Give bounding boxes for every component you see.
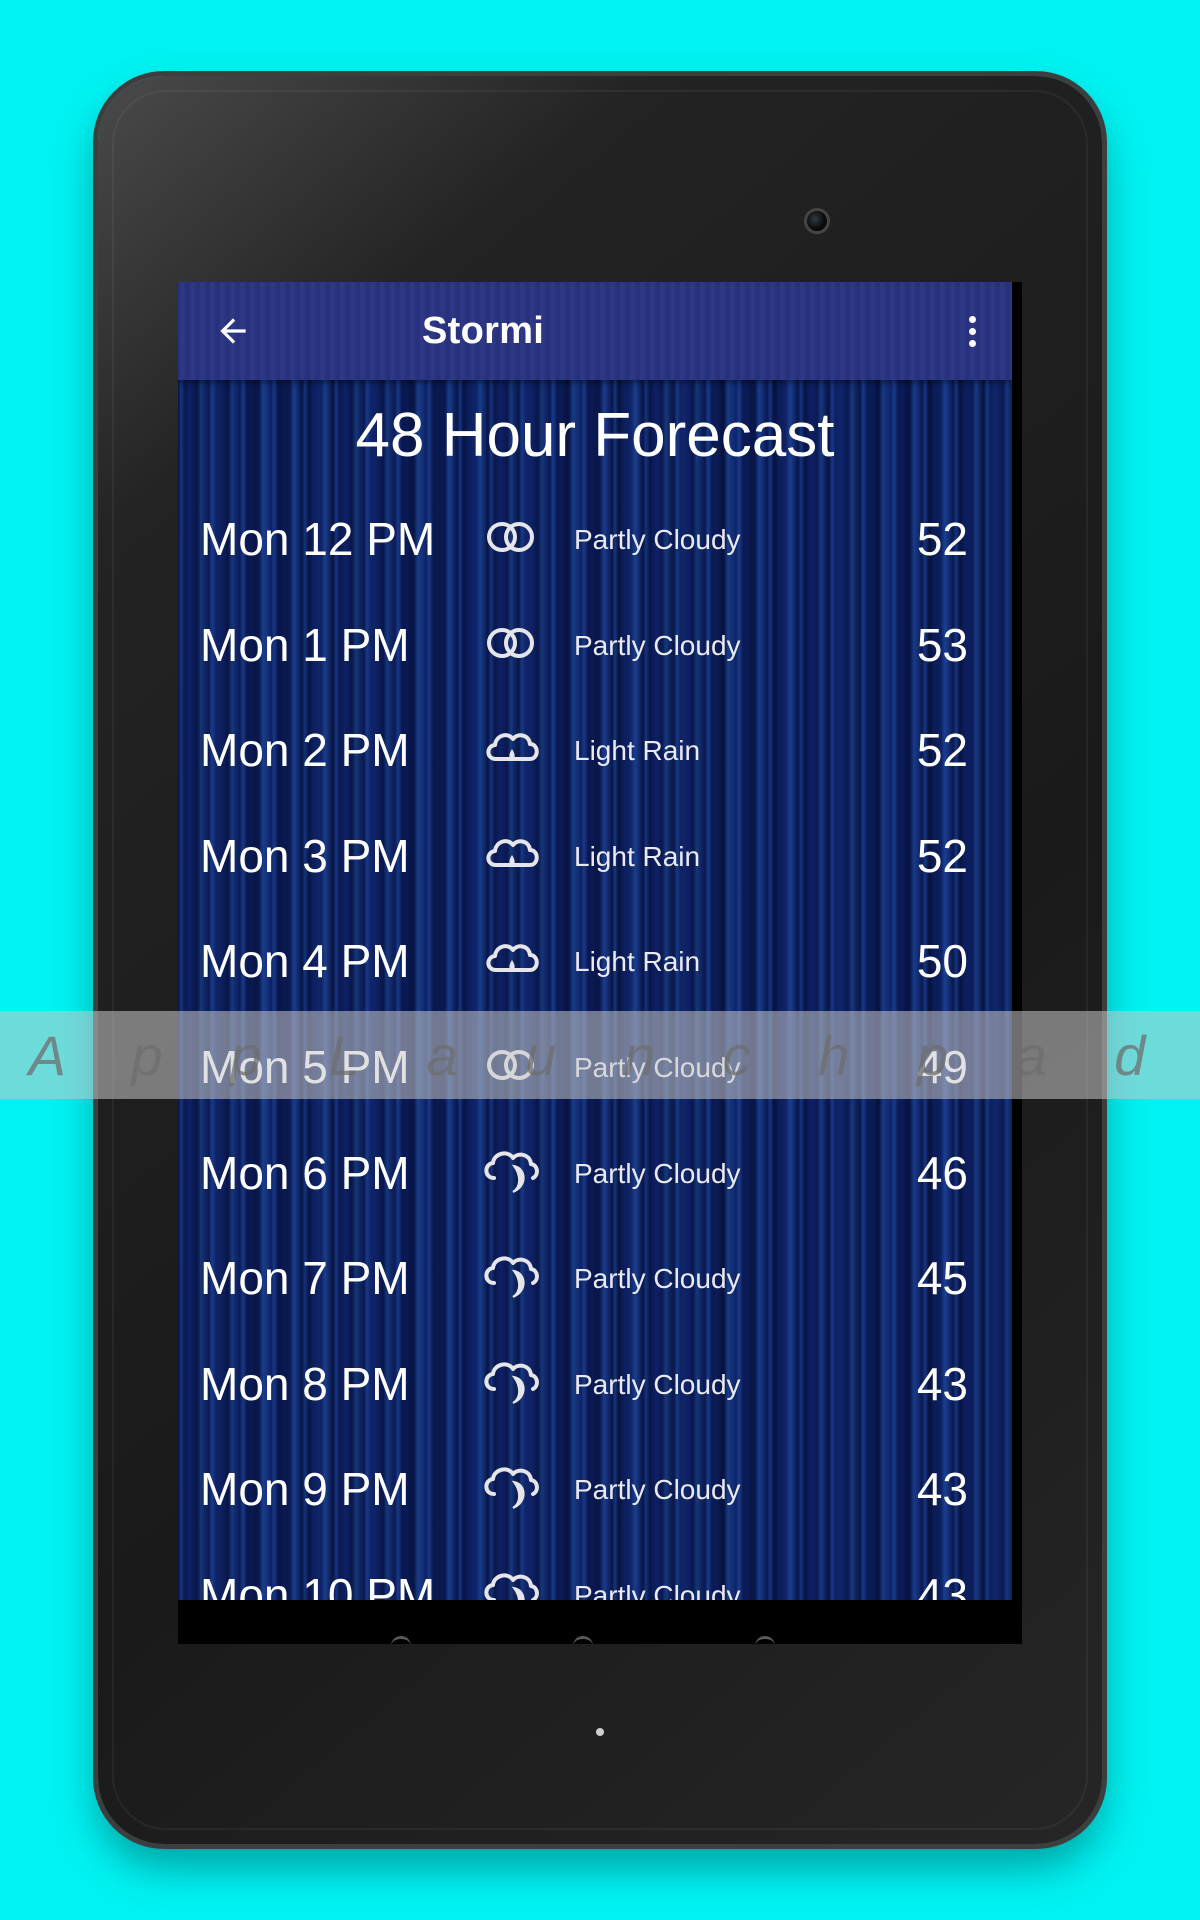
forecast-time: Mon 9 PM [200,1463,410,1516]
tablet-device-frame: Stormi 48 Hour Forecast Mon 12 PM Partly … [98,76,1102,1844]
forecast-condition: Partly Cloudy [574,1368,741,1400]
partly-cloudy-night-icon [480,1249,544,1303]
device-screen: Stormi 48 Hour Forecast Mon 12 PM Partly … [178,282,1022,1644]
forecast-row[interactable]: Mon 7 PM Partly Cloudy 45 [178,1227,1012,1333]
partly-cloudy-night-icon [480,1460,544,1514]
forecast-condition: Partly Cloudy [574,1263,741,1295]
nav-recents-icon[interactable] [755,1636,775,1644]
rain-icon [480,932,544,986]
forecast-temperature: 43 [916,1463,968,1516]
forecast-temperature: 45 [916,1252,968,1305]
forecast-time: Mon 2 PM [200,724,410,777]
forecast-temperature: 43 [916,1357,968,1410]
forecast-time: Mon 7 PM [200,1252,410,1305]
forecast-temperature: 53 [916,618,968,671]
nav-home-icon[interactable] [573,1636,593,1644]
forecast-time: Mon 1 PM [200,618,410,671]
more-vert-icon-dot [968,339,976,347]
watermark-banner: A p p L a u n c h p a d [0,1011,1200,1099]
forecast-condition: Light Rain [574,735,701,767]
forecast-time: Mon 4 PM [200,935,410,988]
forecast-condition: Partly Cloudy [574,1474,741,1506]
forecast-temperature: 50 [916,935,968,988]
watermark-text: A p p L a u n c h p a d [28,1023,1172,1087]
forecast-temperature: 46 [916,1146,968,1199]
cloudy-icon [480,616,544,670]
forecast-heading: 48 Hour Forecast [355,401,835,470]
front-camera [804,208,830,234]
cloudy-icon [480,510,544,564]
forecast-row[interactable]: Mon 4 PM Light Rain 50 [178,910,1012,1016]
forecast-condition: Partly Cloudy [574,1157,741,1189]
more-vert-icon-dot [968,315,976,323]
forecast-time: Mon 3 PM [200,829,410,882]
forecast-row[interactable]: Mon 12 PM Partly Cloudy 52 [178,488,1012,594]
partly-cloudy-night-icon [480,1566,544,1600]
forecast-condition: Partly Cloudy [574,629,741,661]
app-toolbar: Stormi [178,282,1012,380]
forecast-row[interactable]: Mon 2 PM Light Rain 52 [178,699,1012,805]
forecast-time: Mon 10 PM [200,1568,436,1600]
forecast-row[interactable]: Mon 6 PM Partly Cloudy 46 [178,1122,1012,1228]
nav-back-icon[interactable] [391,1636,411,1644]
arrow-left-icon [220,318,246,344]
back-button[interactable] [208,306,258,356]
forecast-temperature: 43 [916,1568,968,1600]
forecast-row[interactable]: Mon 8 PM Partly Cloudy 43 [178,1333,1012,1439]
forecast-row[interactable]: Mon 9 PM Partly Cloudy 43 [178,1438,1012,1544]
rain-icon [480,827,544,881]
app-title: Stormi [422,310,545,352]
forecast-time: Mon 6 PM [200,1146,410,1199]
forecast-time: Mon 8 PM [200,1357,410,1410]
partly-cloudy-night-icon [480,1355,544,1409]
partly-cloudy-night-icon [480,1144,544,1198]
forecast-condition: Partly Cloudy [574,524,741,555]
rain-icon [480,721,544,775]
forecast-condition: Light Rain [574,946,701,978]
forecast-condition: Partly Cloudy [574,1579,741,1600]
overflow-menu-button[interactable] [952,304,992,358]
forecast-temperature: 52 [916,829,968,882]
forecast-temperature: 52 [916,513,968,565]
notification-led [596,1728,604,1736]
forecast-row[interactable]: Mon 3 PM Light Rain 52 [178,805,1012,911]
forecast-row[interactable]: Mon 10 PM Partly Cloudy 43 [178,1544,1012,1600]
forecast-condition: Light Rain [574,840,701,872]
forecast-temperature: 52 [916,724,968,777]
rain-background: Stormi 48 Hour Forecast Mon 12 PM Partly … [178,282,1012,1600]
forecast-row[interactable]: Mon 1 PM Partly Cloudy 53 [178,594,1012,700]
forecast-time: Mon 12 PM [200,513,436,565]
more-vert-icon-dot [968,327,976,335]
system-navigation-bar [178,1600,1022,1644]
